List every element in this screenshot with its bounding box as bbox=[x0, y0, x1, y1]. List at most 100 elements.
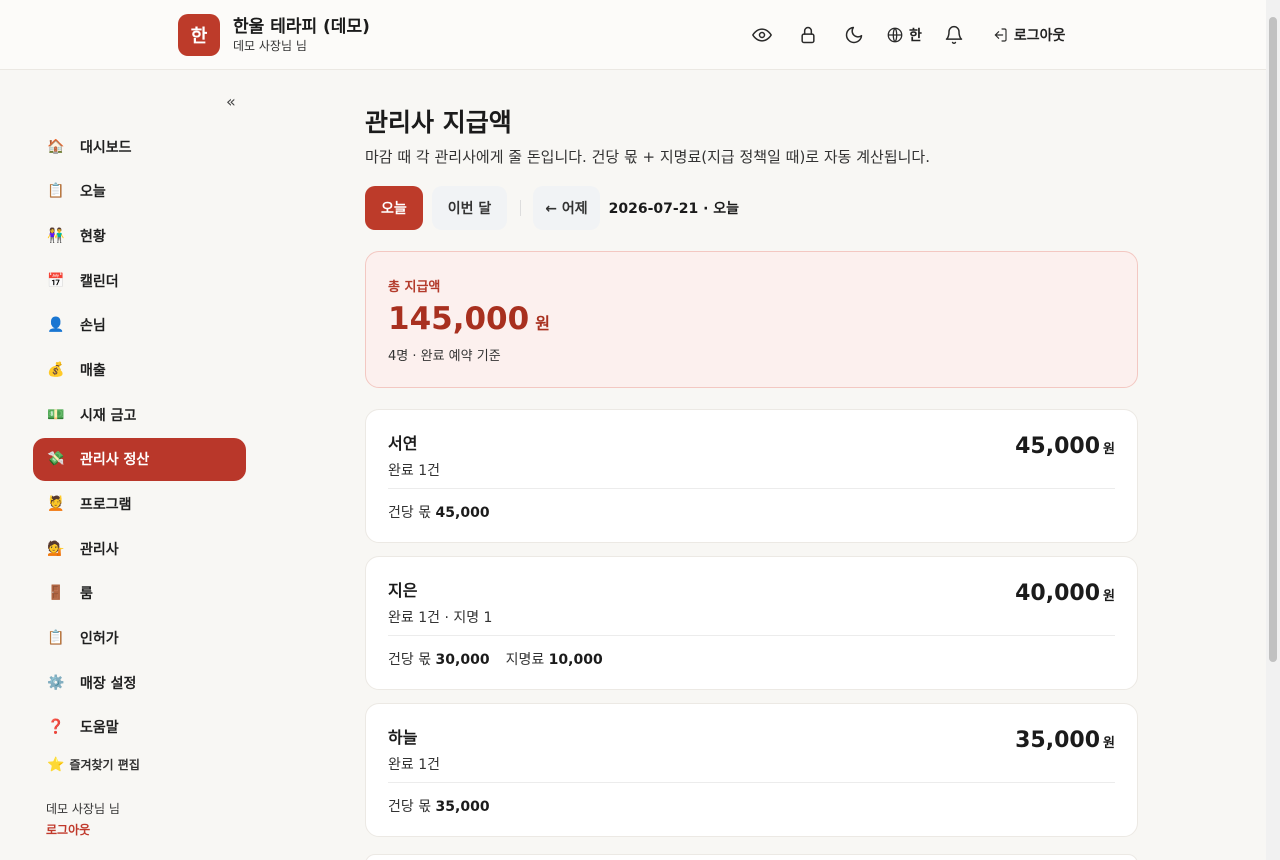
sidebar-item-cash-safe[interactable]: 💵 시재 금고 bbox=[33, 393, 246, 436]
sidebar-item-rooms[interactable]: 🚪 룸 bbox=[33, 572, 246, 615]
header-actions: 한 로그아웃 bbox=[748, 22, 1065, 48]
period-toolbar: 오늘 이번 달 ← 어제 2026-07-21 · 오늘 bbox=[365, 186, 1138, 230]
staff-payout-amount: 35,000 원 bbox=[1015, 728, 1115, 753]
nomination-fee-value: 10,000 bbox=[548, 652, 603, 668]
staff-payout-breakdown: 건당 몫 35,000 bbox=[388, 796, 1115, 816]
page-description: 마감 때 각 관리사에게 줄 돈입니다. 건당 몫 + 지명료(지급 정책일 때… bbox=[365, 148, 930, 166]
main-content: 관리사 지급액 마감 때 각 관리사에게 줄 돈입니다. 건당 몫 + 지명료(… bbox=[365, 104, 1138, 837]
staff-icon: 💁 bbox=[47, 540, 65, 557]
language-label: 한 bbox=[909, 28, 922, 44]
total-payout-amount: 145,000 원 bbox=[388, 301, 1115, 337]
share-value: 30,000 bbox=[435, 652, 490, 668]
people-icon: 👫 bbox=[47, 227, 65, 244]
sidebar-item-status[interactable]: 👫 현황 bbox=[33, 214, 246, 257]
total-payout-basis: 4명 · 완료 예약 기준 bbox=[388, 349, 501, 364]
massage-icon: 💆 bbox=[47, 496, 65, 512]
sidebar-item-label: 도움말 bbox=[80, 720, 119, 737]
sidebar-item-programs[interactable]: 💆 프로그램 bbox=[33, 483, 246, 526]
staff-name: 하늘 bbox=[388, 728, 418, 747]
share-value: 35,000 bbox=[435, 799, 490, 815]
gear-icon: ⚙️ bbox=[47, 674, 65, 691]
sidebar-item-today[interactable]: 📋 오늘 bbox=[33, 170, 246, 213]
globe-icon bbox=[887, 27, 903, 43]
brand[interactable]: 한 한울 테라피 (데모) 데모 사장님 님 bbox=[178, 14, 370, 56]
staff-payout-value: 35,000 bbox=[1015, 728, 1101, 753]
staff-payout-amount: 45,000 원 bbox=[1015, 434, 1115, 459]
sidebar-logout-link[interactable]: 로그아웃 bbox=[46, 821, 90, 838]
sidebar-item-dashboard[interactable]: 🏠 대시보드 bbox=[33, 125, 246, 168]
page-scrollbar[interactable] bbox=[1266, 0, 1280, 860]
today-button[interactable]: 오늘 bbox=[365, 186, 423, 230]
total-payout-value: 145,000 bbox=[388, 301, 530, 337]
total-payout-label: 총 지급액 bbox=[388, 280, 441, 295]
staff-name: 지은 bbox=[388, 581, 418, 600]
sidebar-item-calendar[interactable]: 📅 캘린더 bbox=[33, 259, 246, 302]
sidebar-item-staff-settlement[interactable]: 💸 관리사 정산 bbox=[33, 437, 246, 481]
sidebar-item-label: 현황 bbox=[80, 228, 106, 245]
staff-payout-unit: 원 bbox=[1103, 442, 1115, 457]
sidebar-item-sales[interactable]: 💰 매출 bbox=[33, 348, 246, 391]
this-month-button[interactable]: 이번 달 bbox=[431, 186, 508, 230]
money-bag-icon: 💰 bbox=[47, 361, 65, 378]
edit-favorites-button[interactable]: ⭐ 즐겨찾기 편집 bbox=[47, 756, 140, 773]
toolbar-divider bbox=[520, 200, 522, 216]
nomination-fee-label: 지명료 bbox=[505, 652, 545, 668]
card-divider bbox=[388, 782, 1115, 783]
bell-icon[interactable] bbox=[940, 22, 968, 48]
edit-favorites-label: 즐겨찾기 편집 bbox=[69, 758, 140, 772]
sidebar-nav: 🏠 대시보드 📋 오늘 👫 현황 📅 캘린더 👤 손님 💰 매출 💵 시재 금고 💸 관리사 정… bbox=[33, 125, 246, 751]
staff-payout-card: 서연 완료 1건 45,000 원 건당 몫 45,000 bbox=[365, 409, 1138, 543]
brand-text: 한울 테라피 (데모) 데모 사장님 님 bbox=[233, 17, 370, 54]
staff-payout-value: 40,000 bbox=[1015, 581, 1101, 606]
staff-payout-breakdown: 건당 몫 30,000 지명료 10,000 bbox=[388, 649, 1115, 669]
sidebar-item-label: 매출 bbox=[80, 362, 106, 379]
moon-icon[interactable] bbox=[840, 22, 868, 48]
sidebar-item-customers[interactable]: 👤 손님 bbox=[33, 304, 246, 347]
sidebar-item-staff[interactable]: 💁 관리사 bbox=[33, 527, 246, 570]
logout-icon bbox=[994, 28, 1007, 42]
staff-payout-breakdown: 건당 몫 45,000 bbox=[388, 502, 1115, 522]
calendar-icon: 📅 bbox=[47, 272, 65, 289]
sidebar-item-label: 매장 설정 bbox=[80, 675, 137, 692]
staff-payout-unit: 원 bbox=[1103, 589, 1115, 604]
sidebar-item-store-settings[interactable]: ⚙️ 매장 설정 bbox=[33, 661, 246, 704]
staff-payout-unit: 원 bbox=[1103, 736, 1115, 751]
sidebar-item-label: 손님 bbox=[80, 318, 106, 335]
sidebar-item-label: 관리사 bbox=[80, 541, 119, 558]
collapse-sidebar-button[interactable]: « bbox=[226, 92, 236, 111]
clipboard-icon: 📋 bbox=[47, 630, 65, 647]
language-toggle[interactable]: 한 bbox=[886, 25, 922, 45]
previous-day-button[interactable]: ← 어제 bbox=[533, 186, 600, 230]
share-label: 건당 몫 bbox=[388, 652, 432, 668]
scrollbar-thumb[interactable] bbox=[1269, 17, 1277, 662]
star-icon: ⭐ bbox=[47, 756, 65, 773]
user-greeting: 데모 사장님 님 bbox=[233, 38, 307, 53]
top-header: 한 한울 테라피 (데모) 데모 사장님 님 한 로그아웃 bbox=[0, 0, 1266, 70]
eye-icon[interactable] bbox=[748, 22, 776, 48]
money-wings-icon: 💸 bbox=[47, 451, 65, 468]
staff-payout-card: 지은 완료 1건 · 지명 1 40,000 원 건당 몫 30,000 지명료 … bbox=[365, 556, 1138, 690]
banknote-icon: 💵 bbox=[47, 406, 65, 423]
door-icon: 🚪 bbox=[47, 585, 65, 602]
share-label: 건당 몫 bbox=[388, 799, 432, 815]
staff-completed-count: 완료 1건 bbox=[388, 463, 440, 479]
sidebar-item-label: 인허가 bbox=[80, 631, 119, 648]
house-icon: 🏠 bbox=[47, 138, 65, 155]
sidebar-item-permits[interactable]: 📋 인허가 bbox=[33, 617, 246, 660]
staff-payout-value: 45,000 bbox=[1015, 434, 1101, 459]
store-title: 한울 테라피 (데모) bbox=[233, 16, 370, 37]
sidebar-item-label: 시재 금고 bbox=[80, 407, 137, 424]
sidebar-item-label: 룸 bbox=[80, 586, 93, 603]
staff-payout-card-partial bbox=[365, 854, 1138, 860]
header-logout-label: 로그아웃 bbox=[1013, 28, 1066, 44]
sidebar-item-label: 대시보드 bbox=[80, 139, 132, 156]
lock-icon[interactable] bbox=[794, 22, 822, 48]
staff-completed-count: 완료 1건 · 지명 1 bbox=[388, 610, 493, 626]
header-logout-button[interactable]: 로그아웃 bbox=[992, 25, 1066, 45]
sidebar-user-name: 데모 사장님 님 bbox=[46, 802, 120, 816]
sidebar-item-label: 캘린더 bbox=[80, 273, 119, 290]
staff-completed-count: 완료 1건 bbox=[388, 757, 440, 773]
clipboard-icon: 📋 bbox=[47, 183, 65, 200]
sidebar-item-help[interactable]: ❓ 도움말 bbox=[33, 706, 246, 749]
share-label: 건당 몫 bbox=[388, 505, 432, 521]
